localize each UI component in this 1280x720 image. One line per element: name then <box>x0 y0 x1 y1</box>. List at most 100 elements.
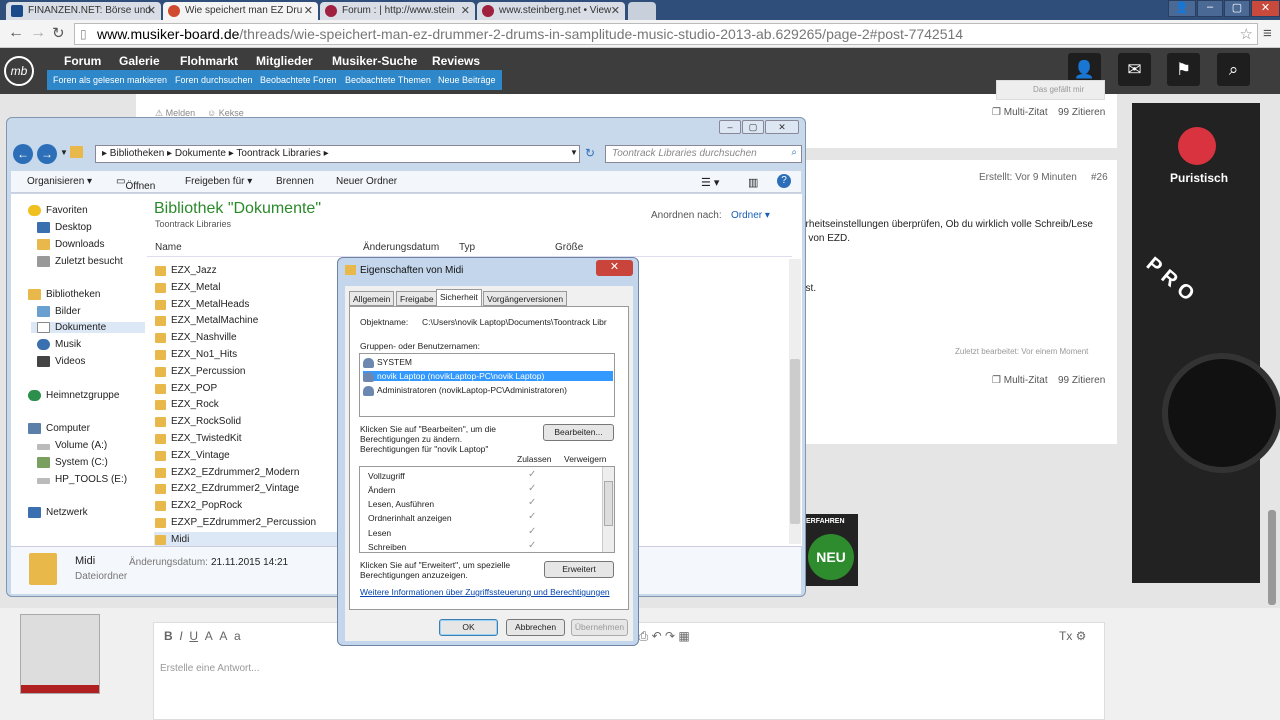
file-row[interactable]: EZX_Rock <box>154 397 354 414</box>
multi-quote-link[interactable]: ❐ Multi-Zitat <box>992 107 1048 118</box>
nav-homegroup[interactable]: Heimnetzgruppe <box>28 390 119 401</box>
file-row[interactable]: EZX2_EZdrummer2_Vintage <box>154 481 354 498</box>
nav-mitglieder[interactable]: Mitglieder <box>256 54 313 68</box>
like-button[interactable]: Das gefällt mir <box>996 80 1105 100</box>
nav-forum[interactable]: Forum <box>64 54 101 68</box>
close-button[interactable]: ✕ <box>765 120 799 134</box>
tab-sicherheit[interactable]: Sicherheit <box>436 289 482 307</box>
arrange-dropdown[interactable]: Ordner ▾ <box>731 210 770 221</box>
file-row[interactable]: EZX_Vintage <box>154 448 354 465</box>
subnav-watched-threads[interactable]: Beobachtete Themen <box>345 75 431 85</box>
close-tab-icon[interactable]: ✕ <box>611 4 620 17</box>
quote-link[interactable]: 99 Zitieren <box>1058 375 1105 386</box>
advanced-button[interactable]: Erweitert <box>544 561 614 578</box>
file-row[interactable]: EZX_Nashville <box>154 330 354 347</box>
back-button[interactable]: ← <box>13 144 33 164</box>
nav-musiker-suche[interactable]: Musiker-Suche <box>332 54 417 68</box>
file-row[interactable]: EZX_MetalMachine <box>154 313 354 330</box>
reload-icon[interactable]: ↻ <box>52 24 65 42</box>
nav-downloads[interactable]: Downloads <box>37 239 104 250</box>
site-logo[interactable]: mb <box>4 56 34 86</box>
view-options-icon[interactable]: ☰ ▾ <box>701 176 719 189</box>
url-input[interactable]: ▯ www.musiker-board.de/threads/wie-speic… <box>74 23 1258 45</box>
nav-drive-c[interactable]: System (C:) <box>37 457 108 468</box>
column-size[interactable]: Größe <box>555 242 583 253</box>
permissions-scrollbar[interactable] <box>602 467 614 552</box>
nav-drive-a[interactable]: Volume (A:) <box>37 440 107 451</box>
explorer-search-input[interactable]: Toontrack Libraries durchsuchen ⌕ <box>605 145 802 163</box>
nav-drive-e[interactable]: HP_TOOLS (E:) <box>37 474 127 485</box>
nav-network[interactable]: Netzwerk <box>28 507 88 518</box>
nav-desktop[interactable]: Desktop <box>37 222 92 233</box>
nav-libraries[interactable]: Bibliotheken <box>28 289 100 300</box>
bookmark-star-icon[interactable]: ☆ <box>1240 25 1253 43</box>
nav-computer[interactable]: Computer <box>28 423 90 434</box>
close-window-button[interactable]: ✕ <box>1251 0 1280 17</box>
subnav-watched-forums[interactable]: Beobachtete Foren <box>260 75 337 85</box>
nav-favorites[interactable]: Favoriten <box>28 205 88 216</box>
user-icon[interactable]: 👤 <box>1168 0 1196 17</box>
nav-pictures[interactable]: Bilder <box>37 306 81 317</box>
maximize-button[interactable]: ▢ <box>1224 0 1250 17</box>
file-row[interactable]: EZX_RockSolid <box>154 414 354 431</box>
forward-arrow-icon[interactable]: → <box>30 24 46 42</box>
close-tab-icon[interactable]: ✕ <box>461 4 470 17</box>
open-button[interactable]: ▭ Öffnen <box>116 176 155 192</box>
explorer-address-bar[interactable]: ▸ Bibliotheken ▸ Dokumente ▸ Toontrack L… <box>95 145 580 163</box>
close-tab-icon[interactable]: ✕ <box>147 4 156 17</box>
tab-vorgaengerversionen[interactable]: Vorgängerversionen <box>483 291 568 306</box>
nav-flohmarkt[interactable]: Flohmarkt <box>180 54 238 68</box>
cancel-button[interactable]: Abbrechen <box>506 619 565 636</box>
scrollbar-thumb[interactable] <box>604 481 613 526</box>
column-date[interactable]: Änderungsdatum <box>363 242 439 253</box>
nav-reviews[interactable]: Reviews <box>432 54 480 68</box>
group-administrators[interactable]: Administratoren (novikLaptop-PC\Administ… <box>363 385 567 396</box>
subnav-new-posts[interactable]: Neue Beiträge <box>438 75 496 85</box>
browser-tab-active[interactable]: Wie speichert man EZ Dru ✕ <box>163 2 318 20</box>
minimize-button[interactable]: – <box>719 120 741 134</box>
help-icon[interactable]: ? <box>777 174 791 188</box>
ok-button[interactable]: OK <box>439 619 498 636</box>
file-row[interactable]: EZXP_EZdrummer2_Percussion <box>154 515 354 532</box>
search-icon[interactable]: ⌕ <box>1217 53 1250 86</box>
dialog-close-button[interactable]: ✕ <box>596 260 633 276</box>
forward-button[interactable]: → <box>37 144 57 164</box>
file-row[interactable]: EZX_Percussion <box>154 364 354 381</box>
column-name[interactable]: Name <box>155 242 182 253</box>
mail-icon[interactable]: ✉ <box>1118 53 1151 86</box>
flag-icon[interactable]: ⚑ <box>1167 53 1200 86</box>
subnav-search-forums[interactable]: Foren durchsuchen <box>175 75 253 85</box>
file-row[interactable]: EZX_TwistedKit <box>154 431 354 448</box>
group-system[interactable]: SYSTEM <box>363 357 412 368</box>
browser-tab[interactable]: FINANZEN.NET: Börse und ✕ <box>6 2 161 20</box>
new-folder-button[interactable]: Neuer Ordner <box>336 176 397 187</box>
file-row[interactable]: EZX_Metal <box>154 280 354 297</box>
promo-badge[interactable]: ERFAHREN NEU <box>806 514 858 586</box>
nav-recent[interactable]: Zuletzt besucht <box>37 256 123 267</box>
nav-videos[interactable]: Videos <box>37 356 85 367</box>
organize-button[interactable]: Organisieren ▾ <box>27 176 92 187</box>
quote-link[interactable]: 99 Zitieren <box>1058 107 1105 118</box>
file-row[interactable]: EZX2_EZdrummer2_Modern <box>154 465 354 482</box>
nav-galerie[interactable]: Galerie <box>119 54 160 68</box>
clear-format-icon[interactable]: Tx ⚙ <box>1059 629 1086 643</box>
help-link[interactable]: Weitere Informationen über Zugriffssteue… <box>360 587 610 597</box>
new-tab-button[interactable] <box>628 2 656 20</box>
file-row[interactable]: EZX_POP <box>154 381 354 398</box>
refresh-icon[interactable]: ↻ <box>585 146 595 160</box>
reply-placeholder[interactable]: Erstelle eine Antwort... <box>160 663 260 674</box>
post-number[interactable]: #26 <box>1091 172 1108 183</box>
file-row[interactable]: EZX_No1_Hits <box>154 347 354 364</box>
sidebar-ad[interactable]: Puristisch PRO <box>1132 103 1280 583</box>
column-type[interactable]: Typ <box>459 242 475 253</box>
nav-music[interactable]: Musik <box>37 339 81 350</box>
share-button[interactable]: Freigeben für ▾ <box>185 176 252 187</box>
scrollbar-thumb[interactable] <box>790 359 800 524</box>
nav-documents[interactable]: Dokumente <box>31 322 145 333</box>
group-user-selected[interactable]: novik Laptop (novikLaptop-PC\novik Lapto… <box>363 371 613 382</box>
browser-tab[interactable]: Forum : | http://www.stein ✕ <box>320 2 475 20</box>
close-tab-icon[interactable]: ✕ <box>304 4 313 17</box>
file-row[interactable]: EZX2_PopRock <box>154 498 354 515</box>
preview-pane-icon[interactable]: ▥ <box>748 176 758 189</box>
tab-allgemein[interactable]: Allgemein <box>349 291 395 306</box>
